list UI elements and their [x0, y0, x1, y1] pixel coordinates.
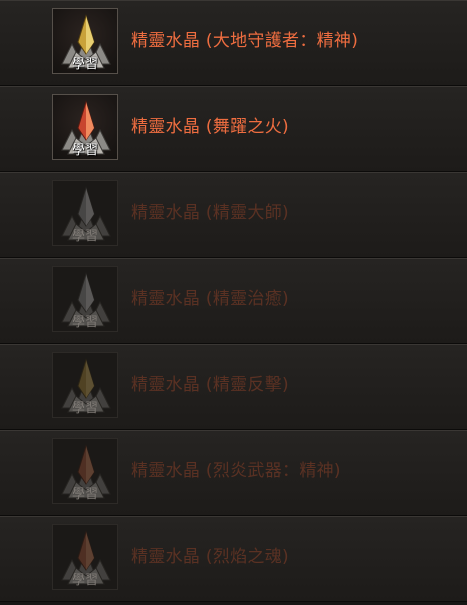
list-item-flame-weapon[interactable]: 學習 精靈水晶 (烈炎武器：精神): [0, 430, 467, 516]
learn-label: 學習: [71, 229, 98, 244]
spirit-counter-crystal-icon[interactable]: 學習: [52, 352, 118, 418]
learn-label: 學習: [71, 315, 98, 330]
list-item-flame-soul[interactable]: 學習 精靈水晶 (烈焰之魂): [0, 516, 467, 602]
learn-label: 學習: [71, 573, 98, 588]
list-item-spirit-healing[interactable]: 學習 精靈水晶 (精靈治癒): [0, 258, 467, 344]
flame-weapon-crystal-icon[interactable]: 學習: [52, 438, 118, 504]
earth-guardian-crystal-icon[interactable]: 學習: [52, 8, 118, 74]
crystal-name: 精靈水晶 (烈炎武器：精神): [131, 461, 341, 481]
spirit-healing-crystal-icon[interactable]: 學習: [52, 266, 118, 332]
learn-label: 學習: [71, 57, 98, 72]
list-item-dancing-fire[interactable]: 學習 精靈水晶 (舞躍之火): [0, 86, 467, 172]
crystal-name: 精靈水晶 (精靈治癒): [131, 289, 289, 309]
crystal-name: 精靈水晶 (舞躍之火): [131, 117, 289, 137]
flame-soul-crystal-icon[interactable]: 學習: [52, 524, 118, 590]
crystal-name: 精靈水晶 (精靈大師): [131, 203, 289, 223]
learn-label: 學習: [71, 401, 98, 416]
spirit-master-crystal-icon[interactable]: 學習: [52, 180, 118, 246]
list-item-earth-guardian[interactable]: 學習 精靈水晶 (大地守護者：精神): [0, 0, 467, 86]
learn-label: 學習: [71, 143, 98, 158]
spirit-crystal-list: 學習 精靈水晶 (大地守護者：精神) 學習 精靈水晶 (舞躍之火) 學習 精靈水…: [0, 0, 467, 605]
list-item-spirit-counter[interactable]: 學習 精靈水晶 (精靈反擊): [0, 344, 467, 430]
crystal-name: 精靈水晶 (精靈反擊): [131, 375, 289, 395]
learn-label: 學習: [71, 487, 98, 502]
crystal-name: 精靈水晶 (烈焰之魂): [131, 547, 289, 567]
crystal-name: 精靈水晶 (大地守護者：精神): [131, 31, 359, 51]
list-item-spirit-master[interactable]: 學習 精靈水晶 (精靈大師): [0, 172, 467, 258]
dancing-fire-crystal-icon[interactable]: 學習: [52, 94, 118, 160]
